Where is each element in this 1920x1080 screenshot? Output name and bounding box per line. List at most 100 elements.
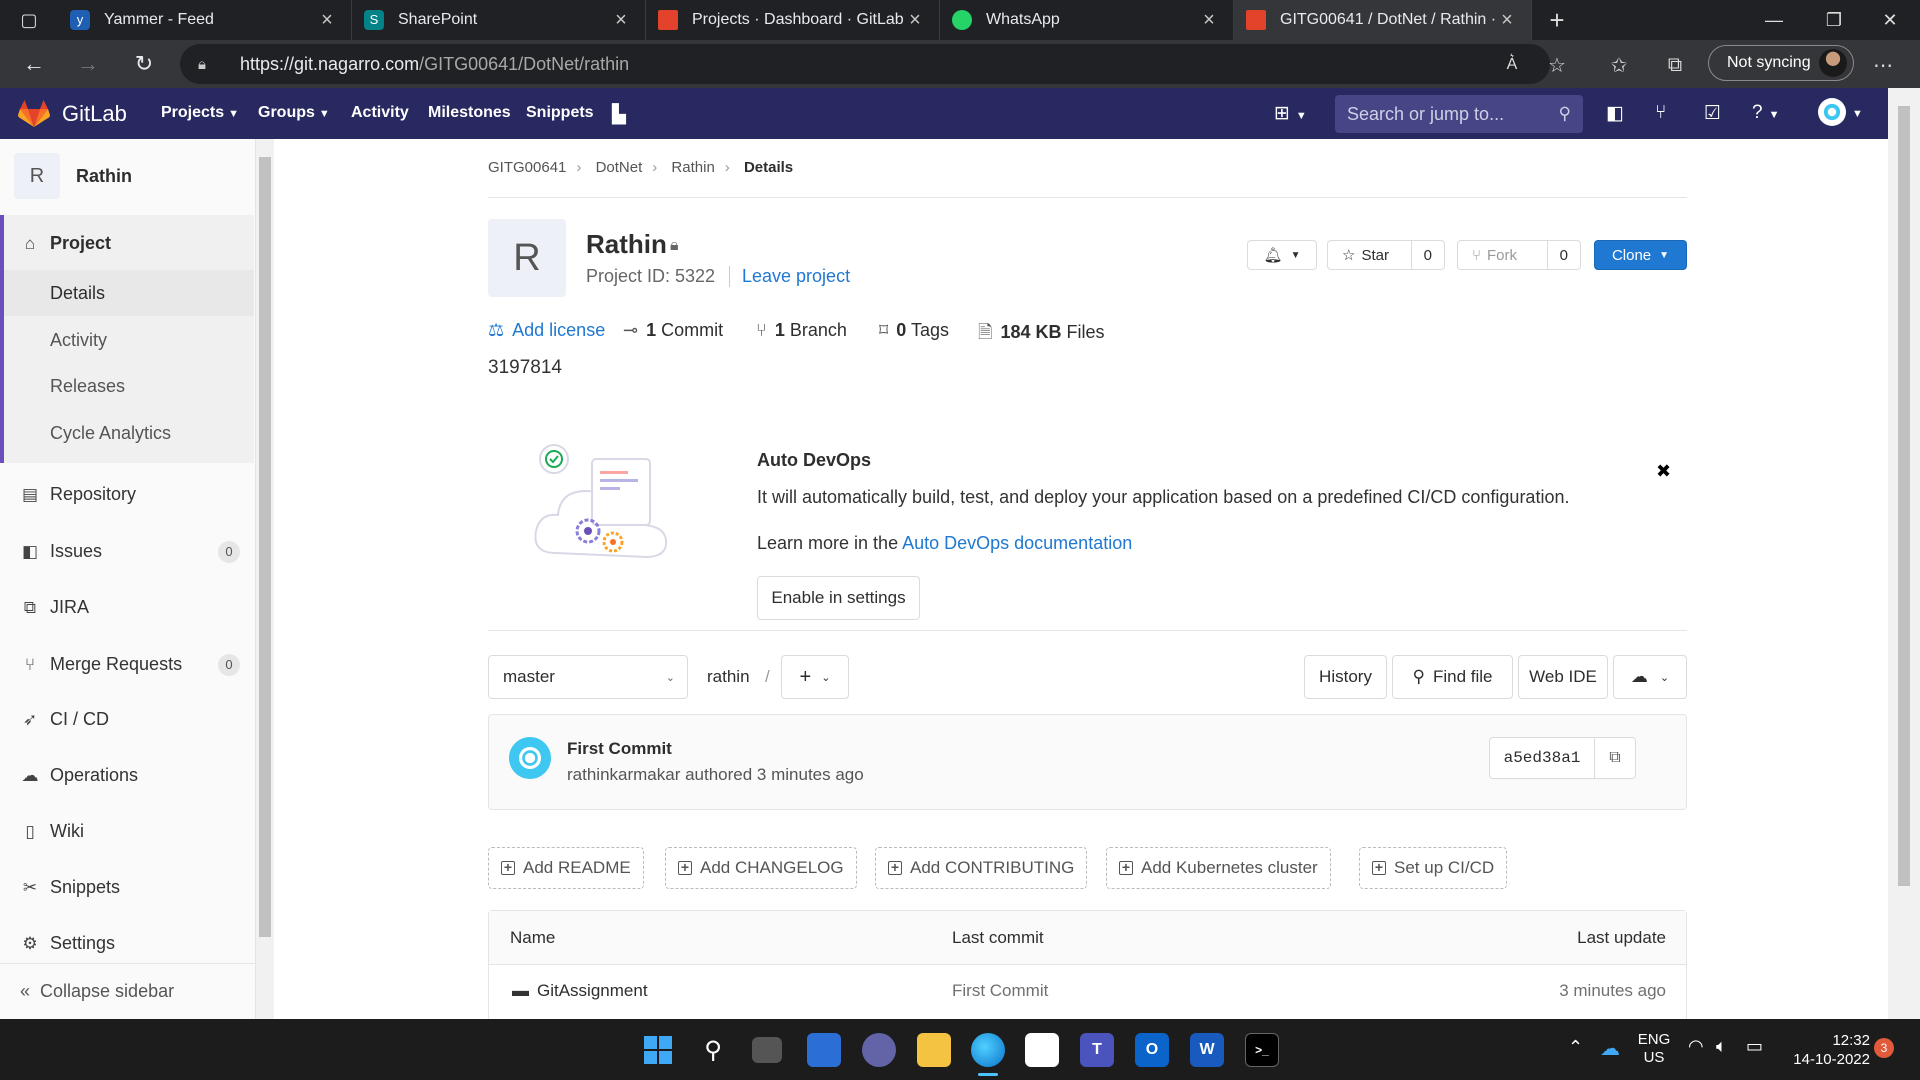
notification-badge[interactable]: 3 — [1874, 1038, 1894, 1058]
tab-actions-icon[interactable]: ▢ — [0, 0, 58, 40]
chart-icon[interactable]: ▙ — [612, 104, 626, 125]
star-button[interactable]: ☆ Star 0 — [1327, 240, 1445, 270]
history-button[interactable]: History — [1304, 655, 1387, 699]
restore-icon[interactable]: ❐ — [1804, 0, 1864, 40]
add-favorite-icon[interactable]: ☆ — [1542, 50, 1572, 80]
tab-sharepoint[interactable]: S SharePoint × — [352, 0, 646, 40]
notification-dropdown[interactable]: 🔔︎ ▼ — [1247, 240, 1317, 270]
add-kubernetes-cluster-button[interactable]: + Add Kubernetes cluster — [1106, 847, 1331, 889]
more-options-icon[interactable]: ⋯ — [1868, 50, 1898, 80]
tab-gitlab-dashboard[interactable]: Projects · Dashboard · GitLab × — [646, 0, 940, 40]
add-license-link[interactable]: ⚖ Add license — [488, 320, 605, 341]
todos-icon[interactable]: ☑ — [1704, 102, 1721, 125]
chevron-up-icon[interactable]: ⌃ — [1568, 1037, 1583, 1058]
sidebar-item-wiki[interactable]: ▯ Wiki — [20, 821, 240, 842]
commits-stat[interactable]: ⊸ 1 Commit — [623, 320, 723, 341]
enable-in-settings-button[interactable]: Enable in settings — [757, 576, 920, 620]
sidebar-item-snippets[interactable]: ✂ Snippets — [20, 877, 240, 898]
favorites-icon[interactable]: ✩ — [1604, 50, 1634, 80]
close-tab-icon[interactable]: × — [1199, 9, 1219, 32]
sidebar-scroll-thumb[interactable] — [259, 157, 271, 937]
task-view-icon[interactable] — [752, 1037, 782, 1063]
copy-sha-icon[interactable]: ⧉ — [1594, 737, 1636, 779]
refresh-icon[interactable]: ↻ — [128, 48, 160, 80]
nav-snippets[interactable]: Snippets — [526, 104, 594, 122]
sidebar-item-releases[interactable]: Releases — [50, 376, 125, 397]
breadcrumb-subgroup[interactable]: DotNet — [596, 159, 643, 176]
word-icon[interactable]: W — [1190, 1033, 1224, 1067]
close-banner-icon[interactable]: ✖ — [1656, 461, 1671, 482]
file-explorer-icon[interactable] — [917, 1033, 951, 1067]
collections-icon[interactable]: ⧉ — [1660, 50, 1690, 80]
sidebar-item-cycle-analytics[interactable]: Cycle Analytics — [50, 423, 171, 444]
commit-sha[interactable]: a5ed38a1 — [1489, 737, 1595, 779]
user-avatar-icon[interactable]: ▼ — [1818, 98, 1863, 126]
fork-button[interactable]: ⑂ Fork 0 — [1457, 240, 1581, 270]
url-field[interactable]: 🔒︎ https://git.nagarro.com/GITG00641/Dot… — [180, 44, 1550, 84]
file-name-link[interactable]: GitAssignment — [537, 981, 648, 1001]
star-count[interactable]: 0 — [1410, 241, 1444, 269]
branch-select[interactable]: master ⌄ — [488, 655, 688, 699]
leave-project-link[interactable]: Leave project — [729, 266, 850, 287]
add-to-tree-dropdown[interactable]: + ⌄ — [781, 655, 849, 699]
close-tab-icon[interactable]: × — [905, 9, 925, 32]
page-scroll-thumb[interactable] — [1898, 106, 1910, 886]
commit-author-avatar[interactable] — [509, 737, 551, 779]
close-tab-icon[interactable]: × — [611, 9, 631, 32]
close-tab-icon[interactable]: × — [317, 9, 337, 32]
sidebar-item-activity[interactable]: Activity — [50, 330, 107, 351]
commit-title[interactable]: First Commit — [567, 739, 672, 759]
widgets-icon[interactable] — [807, 1033, 841, 1067]
profile-sync-button[interactable]: Not syncing — [1708, 45, 1854, 81]
add-changelog-button[interactable]: + Add CHANGELOG — [665, 847, 857, 889]
search-icon[interactable]: ⚲ — [696, 1033, 730, 1067]
add-readme-button[interactable]: + Add README — [488, 847, 644, 889]
teams-chat-icon[interactable] — [862, 1033, 896, 1067]
collapse-sidebar-button[interactable]: «Collapse sidebar — [0, 963, 256, 1019]
new-tab-icon[interactable]: + — [1532, 0, 1582, 40]
language-indicator[interactable]: ENG US — [1634, 1031, 1674, 1067]
onedrive-icon[interactable]: ☁ — [1600, 1036, 1620, 1061]
terminal-icon[interactable]: >_ — [1245, 1033, 1279, 1067]
help-icon[interactable]: ? ▼ — [1752, 102, 1779, 124]
tags-stat[interactable]: ⌑ 0 Tags — [879, 320, 949, 341]
nav-activity[interactable]: Activity — [351, 104, 409, 122]
sidebar-item-details[interactable]: Details — [50, 283, 105, 304]
clone-dropdown-button[interactable]: Clone ▼ — [1594, 240, 1687, 270]
auto-devops-docs-link[interactable]: Auto DevOps documentation — [902, 533, 1132, 553]
edge-browser-icon[interactable] — [971, 1033, 1005, 1067]
minimize-icon[interactable]: — — [1744, 0, 1804, 40]
sidebar-item-repository[interactable]: ▤ Repository — [20, 484, 240, 505]
nav-projects[interactable]: Projects ▼ — [161, 104, 239, 122]
breadcrumb-group[interactable]: GITG00641 — [488, 159, 566, 176]
sidebar-item-jira[interactable]: ⧉ JIRA — [20, 597, 240, 618]
files-stat[interactable]: 🗎︎ 184 KB Files — [978, 320, 1105, 350]
nav-milestones[interactable]: Milestones — [428, 104, 511, 122]
new-item-icon[interactable]: ⊞ ▼ — [1274, 102, 1307, 125]
sidebar-item-issues[interactable]: ◧ Issues 0 — [20, 540, 240, 563]
search-input[interactable]: Search or jump to... ⚲ — [1335, 95, 1583, 133]
battery-icon[interactable]: ▭ — [1746, 1036, 1763, 1057]
back-icon[interactable]: ← — [18, 48, 50, 80]
forward-icon[interactable]: → — [72, 48, 104, 80]
web-ide-button[interactable]: Web IDE — [1518, 655, 1608, 699]
tab-gitlab-rathin[interactable]: GITG00641 / DotNet / Rathin · G × — [1234, 0, 1532, 40]
sidebar-project-header[interactable]: R Rathin — [14, 153, 132, 199]
file-last-commit-link[interactable]: First Commit — [952, 981, 1048, 1001]
tab-whatsapp[interactable]: WhatsApp × — [940, 0, 1234, 40]
read-aloud-icon[interactable]: A͛ — [1497, 50, 1527, 80]
wifi-icon[interactable]: ◠ — [1688, 1036, 1704, 1057]
repo-path[interactable]: rathin — [707, 667, 750, 687]
sidebar-item-operations[interactable]: ☁ Operations — [20, 765, 240, 786]
tab-yammer[interactable]: y Yammer - Feed × — [58, 0, 352, 40]
outlook-icon[interactable]: O — [1135, 1033, 1169, 1067]
page-scrollbar[interactable] — [1888, 88, 1920, 1019]
sidebar-item-ci-cd[interactable]: ➶ CI / CD — [20, 709, 240, 730]
close-tab-icon[interactable]: × — [1497, 9, 1517, 32]
fork-count[interactable]: 0 — [1546, 241, 1580, 269]
microsoft-store-icon[interactable] — [1025, 1033, 1059, 1067]
nav-groups[interactable]: Groups ▼ — [258, 104, 330, 122]
gitlab-logo-icon[interactable] — [18, 100, 50, 128]
volume-icon[interactable]: 🔈︎ — [1716, 1036, 1727, 1057]
breadcrumb-current[interactable]: Details — [744, 159, 793, 176]
